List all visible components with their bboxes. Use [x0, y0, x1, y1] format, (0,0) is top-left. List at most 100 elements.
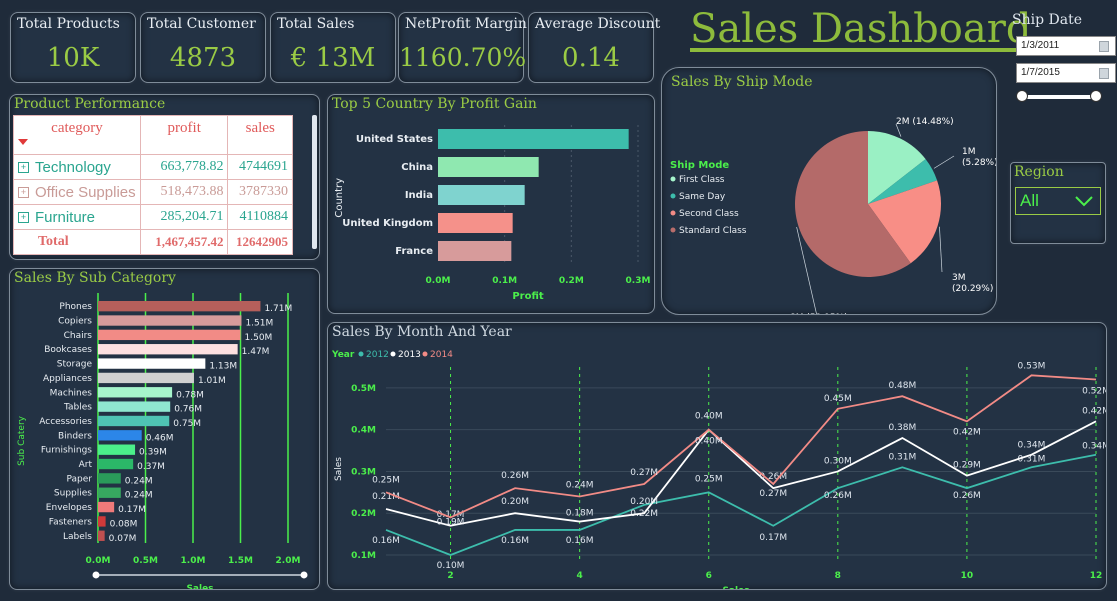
y-tick-label: India — [405, 190, 433, 201]
data-label: 1.71M — [264, 304, 292, 314]
bar[interactable] — [98, 329, 241, 341]
sort-desc-icon[interactable] — [18, 139, 28, 145]
x-axis-title: Profit — [512, 291, 544, 302]
profit-cell: 518,473.88 — [139, 179, 229, 205]
series-line[interactable] — [385, 453, 1097, 556]
bar[interactable] — [98, 415, 170, 427]
legend-marker[interactable] — [358, 351, 364, 357]
column-header-profit[interactable]: profit — [139, 115, 229, 155]
category-cell[interactable]: + Office Supplies — [13, 179, 141, 205]
region-value: All — [1020, 191, 1039, 210]
bar[interactable] — [98, 387, 173, 398]
data-label: 0.16M — [372, 536, 400, 546]
legend-marker[interactable] — [670, 227, 676, 233]
bar[interactable] — [98, 301, 261, 312]
legend-label[interactable]: Standard Class — [679, 226, 747, 236]
calendar-icon[interactable] — [1099, 68, 1109, 79]
legend-label[interactable]: First Class — [679, 175, 725, 185]
bar[interactable] — [98, 358, 206, 369]
zoom-slider-start-handle[interactable] — [92, 571, 100, 579]
top5-country-chart: 0.0M 0.1M 0.2M 0.3M United States China India U… — [334, 125, 650, 302]
legend-marker[interactable] — [422, 351, 428, 357]
legend-label[interactable]: Second Class — [679, 209, 739, 219]
monthly-sales-panel: Sales By Month And Year Year 2012 2013 2014… — [327, 322, 1107, 590]
y-tick-label: Supplies — [54, 489, 92, 499]
data-label: 0.31M — [888, 452, 916, 462]
bar[interactable] — [98, 487, 121, 498]
data-label: 0.25M — [695, 474, 723, 484]
region-dropdown[interactable]: All — [1015, 187, 1101, 215]
bar[interactable] — [438, 129, 629, 149]
expand-icon[interactable]: + — [18, 187, 29, 199]
bar[interactable] — [98, 372, 194, 384]
data-label: 0.30M — [824, 456, 852, 466]
category-cell[interactable]: + Technology — [13, 154, 141, 180]
monthly-sales-line-chart: Year 2012 2013 20140.1M0.2M0.3M0.4M0.5M2 4 6 8… — [331, 350, 1106, 589]
data-label: 0.76M — [174, 405, 202, 415]
y-tick-label: 0.2M — [351, 509, 376, 519]
region-slicer: Region All — [1010, 162, 1106, 244]
slider-handle-end[interactable] — [1090, 90, 1102, 102]
y-tick-label: Storage — [57, 360, 93, 370]
bar[interactable] — [98, 344, 238, 355]
y-tick-label: France — [395, 246, 433, 257]
ship-date-slider[interactable] — [1016, 90, 1102, 102]
column-header-category[interactable]: category — [13, 115, 141, 155]
legend-title: Year — [331, 350, 355, 360]
table-row[interactable]: + Furniture 285,204.71 4110884 — [13, 204, 293, 230]
legend-title: Ship Mode — [670, 160, 729, 171]
bar[interactable] — [98, 430, 142, 441]
zoom-slider-end-handle[interactable] — [300, 571, 308, 579]
bar[interactable] — [98, 444, 136, 455]
category-cell[interactable]: + Furniture — [13, 204, 141, 230]
calendar-icon[interactable] — [1099, 41, 1109, 52]
bar[interactable] — [98, 401, 171, 412]
chevron-down-icon[interactable] — [1074, 195, 1094, 207]
data-label: 0.78M — [176, 390, 204, 400]
data-label: 0.24M — [125, 476, 153, 486]
slider-handle-start[interactable] — [1016, 90, 1028, 102]
panel-title: Top 5 Country By Profit Gain — [332, 96, 537, 112]
expand-icon[interactable]: + — [18, 212, 29, 224]
total-sales: 12642905 — [227, 229, 293, 255]
expand-icon[interactable]: + — [18, 162, 29, 174]
legend-marker[interactable] — [670, 210, 676, 216]
x-tick-label: 0.0M — [426, 276, 451, 286]
bar[interactable] — [98, 458, 134, 470]
ship-date-from-input[interactable]: 1/3/2011 — [1016, 36, 1116, 56]
table-row[interactable]: + Office Supplies 518,473.88 3787330 — [13, 179, 293, 205]
table-row[interactable]: + Technology 663,778.82 4744691 — [13, 154, 293, 180]
series-line[interactable] — [385, 374, 1097, 519]
table-scrollbar[interactable] — [312, 115, 317, 249]
panel-title: Sales By Sub Category — [14, 270, 176, 286]
y-tick-label: Phones — [59, 302, 92, 312]
series-line[interactable] — [385, 420, 1097, 527]
slice-label: 3M (20.29%) — [952, 273, 993, 294]
column-header-sales[interactable]: sales — [227, 115, 293, 155]
data-label: 0.39M — [139, 448, 167, 458]
ship-date-to-input[interactable]: 1/7/2015 — [1016, 63, 1116, 83]
legend-marker[interactable] — [390, 351, 396, 357]
bar[interactable] — [98, 315, 242, 326]
data-label: 0.26M — [824, 491, 852, 501]
legend-label[interactable]: 2012 — [366, 350, 389, 360]
y-tick-label: Art — [79, 460, 93, 470]
bar[interactable] — [438, 185, 525, 205]
profit-cell: 285,204.71 — [139, 204, 229, 230]
legend-label[interactable]: Same Day — [679, 192, 726, 202]
bar[interactable] — [438, 157, 539, 177]
legend-marker[interactable] — [670, 193, 676, 199]
legend-marker[interactable] — [670, 176, 676, 182]
bar[interactable] — [98, 516, 106, 527]
legend-label[interactable]: 2014 — [430, 350, 453, 360]
bar[interactable] — [438, 213, 513, 233]
bar[interactable] — [98, 473, 121, 484]
data-label: 0.29M — [953, 461, 981, 471]
legend-label[interactable]: 2013 — [398, 350, 421, 360]
bar[interactable] — [438, 241, 512, 261]
y-tick-label: China — [401, 162, 433, 173]
bar[interactable] — [98, 530, 105, 541]
panel-title: Sales By Month And Year — [332, 324, 512, 340]
bar[interactable] — [98, 501, 115, 513]
data-label: 0.75M — [173, 419, 201, 429]
